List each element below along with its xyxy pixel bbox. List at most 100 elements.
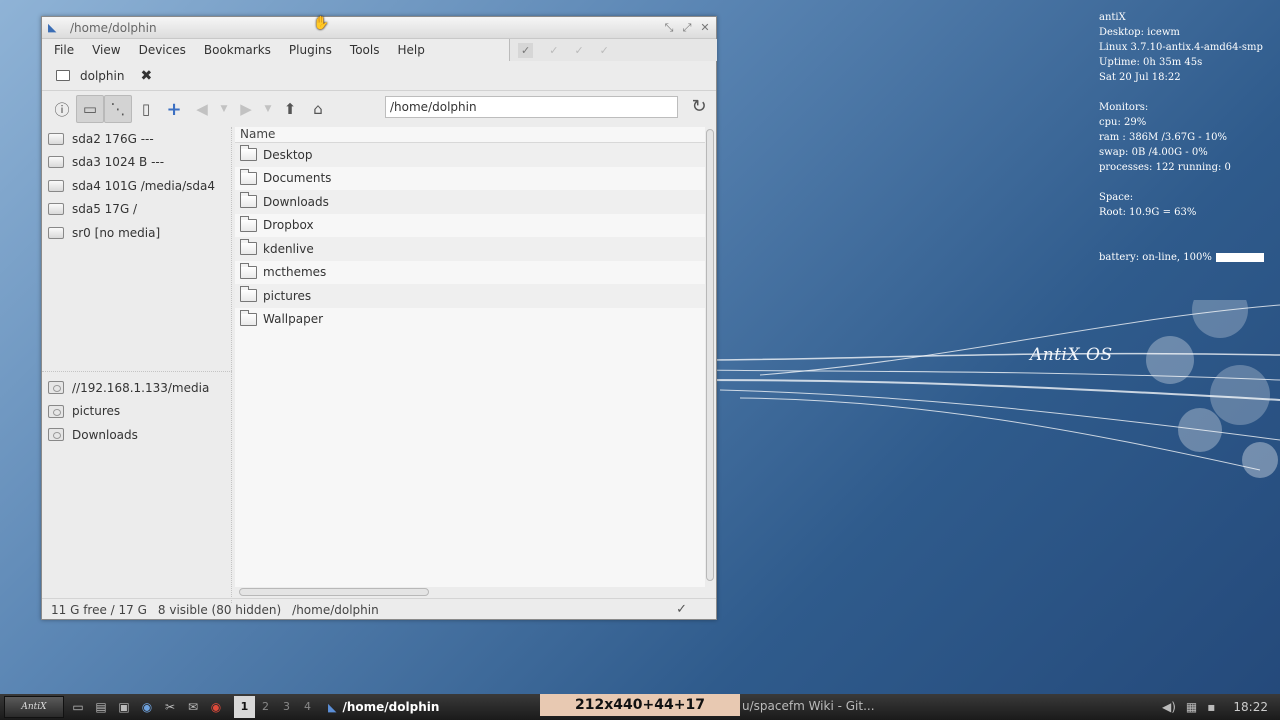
menu-bookmarks[interactable]: Bookmarks — [195, 43, 280, 57]
network-icon[interactable]: ▦ — [1186, 700, 1197, 714]
window-titlebar[interactable]: ◣ /home/dolphin ⤡ ⤢ ✕ — [42, 17, 716, 39]
drive-icon — [48, 156, 64, 169]
back-history-chevron-icon[interactable]: ▼ — [216, 95, 232, 123]
workspace-button[interactable]: 3 — [276, 696, 297, 718]
task-button-home-dolphin[interactable]: ◣ /home/dolphin — [322, 696, 445, 718]
tray-app-icon[interactable]: ▪ — [1207, 700, 1215, 714]
show-desktop-icon[interactable]: ▭ — [68, 697, 88, 717]
close-icon[interactable]: ✕ — [698, 21, 712, 35]
bookmark-item[interactable]: pictures — [42, 400, 232, 424]
folder-icon — [240, 215, 257, 232]
browser-icon[interactable]: ◉ — [137, 697, 157, 717]
folder-icon — [240, 192, 257, 209]
folder-icon — [240, 239, 257, 256]
status-visible-count: 8 visible (80 hidden) — [157, 602, 282, 617]
menu-tools[interactable]: Tools — [341, 43, 389, 57]
device-item[interactable]: sda3 1024 B --- — [42, 151, 232, 175]
mail-icon[interactable]: ✉ — [183, 697, 203, 717]
file-name: Desktop — [263, 147, 313, 162]
volume-icon[interactable]: ◀) — [1162, 700, 1176, 714]
new-tab-icon[interactable]: + — [160, 95, 188, 123]
menu-plugins[interactable]: Plugins — [280, 43, 341, 57]
up-arrow-icon[interactable]: ⬆ — [276, 95, 304, 123]
status-bar: 11 G free / 17 G 8 visible (80 hidden) /… — [42, 598, 716, 620]
terminal-icon[interactable]: ▣ — [114, 697, 134, 717]
settings-icon[interactable]: ✂ — [160, 697, 180, 717]
tab-dolphin[interactable]: dolphin ✖ — [50, 64, 158, 88]
toolbar: ⓘ ▭ ⋱ ▯ + ◀ ▼ ▶ ▼ ⬆ ⌂ ↻ — [42, 91, 716, 127]
device-label: sda5 17G / — [72, 202, 138, 217]
panel-toggle-4-check-icon[interactable]: ✓ — [600, 44, 609, 57]
file-row[interactable]: Downloads — [235, 190, 705, 214]
file-row[interactable]: Desktop — [235, 143, 705, 167]
side-divider[interactable] — [42, 371, 232, 372]
window-controls: ⤡ ⤢ ✕ — [662, 21, 712, 35]
home-icon[interactable]: ⌂ — [304, 95, 332, 123]
workspace-button[interactable]: 4 — [297, 696, 318, 718]
panel-toggle-3-check-icon[interactable]: ✓ — [574, 44, 583, 57]
quick-launch: ▭ ▤ ▣ ◉ ✂ ✉ ◉ — [68, 697, 226, 717]
panel-toggle-strip: ✓ ✓ ✓ ✓ — [509, 39, 717, 61]
file-row[interactable]: mcthemes — [235, 261, 705, 285]
bookmark-item[interactable]: //192.168.1.133/media — [42, 376, 232, 400]
scroll-thumb[interactable] — [706, 129, 714, 581]
bookmark-item[interactable]: Downloads — [42, 423, 232, 447]
menu-devices[interactable]: Devices — [130, 43, 195, 57]
menu-view[interactable]: View — [83, 43, 129, 57]
panel-toggle-2-check-icon[interactable]: ✓ — [549, 44, 558, 57]
drive-icon — [48, 132, 64, 145]
device-item[interactable]: sda2 176G --- — [42, 127, 232, 151]
minimize-icon[interactable]: ⤡ — [662, 21, 676, 35]
menu-help[interactable]: Help — [388, 43, 433, 57]
file-row[interactable]: Documents — [235, 167, 705, 191]
task-button-browser[interactable]: u/spacefm Wiki - Git... — [742, 694, 875, 720]
bookmark-folder-icon — [48, 428, 64, 442]
start-button[interactable]: AntiX — [4, 696, 64, 718]
conky-monitor: antiX Desktop: icewm Linux 3.7.10-antix.… — [1099, 10, 1274, 265]
scroll-thumb[interactable] — [239, 588, 429, 596]
back-arrow-icon[interactable]: ◀ — [188, 95, 216, 123]
workspace-button[interactable]: 1 — [234, 696, 255, 718]
column-header-name[interactable]: Name — [235, 127, 705, 143]
device-item[interactable]: sr0 [no media] — [42, 221, 232, 245]
file-manager-window: ◣ /home/dolphin ⤡ ⤢ ✕ File View Devices … — [41, 16, 717, 620]
device-item[interactable]: sda5 17G / — [42, 198, 232, 222]
conky-line: Sat 20 Jul 18:22 — [1099, 72, 1181, 83]
conky-space-title: Space: — [1099, 192, 1134, 203]
vertical-scrollbar[interactable] — [705, 127, 715, 587]
file-row[interactable]: pictures — [235, 284, 705, 308]
conky-battery: battery: on-line, 100% — [1099, 252, 1212, 263]
device-item[interactable]: sda4 101G /media/sda4 — [42, 174, 232, 198]
path-input[interactable] — [385, 96, 678, 118]
drive-toggle-icon[interactable]: ▭ — [76, 95, 104, 123]
media-player-icon[interactable]: ◉ — [206, 697, 226, 717]
folder-icon — [56, 70, 70, 81]
file-row[interactable]: Wallpaper — [235, 308, 705, 332]
file-name: mcthemes — [263, 265, 327, 280]
close-tab-icon[interactable]: ✖ — [140, 68, 152, 84]
conky-swap: swap: 0B /4.00G - 0% — [1099, 147, 1208, 158]
clock[interactable]: 18:22 — [1233, 700, 1268, 714]
file-manager-icon[interactable]: ▤ — [91, 697, 111, 717]
horizontal-scrollbar[interactable] — [235, 587, 705, 597]
file-name: Dropbox — [263, 218, 314, 233]
panel-toggle-1-check-icon[interactable]: ✓ — [518, 42, 534, 58]
file-row[interactable]: kdenlive — [235, 237, 705, 261]
mouse-cursor-icon: ✋ — [313, 16, 330, 31]
folder-icon — [240, 168, 257, 185]
file-row[interactable]: Dropbox — [235, 214, 705, 238]
forward-arrow-icon[interactable]: ▶ — [232, 95, 260, 123]
workspace-button[interactable]: 2 — [255, 696, 276, 718]
main-content: sda2 176G --- sda3 1024 B --- sda4 101G … — [42, 127, 716, 603]
maximize-icon[interactable]: ⤢ — [680, 21, 694, 35]
forward-history-chevron-icon[interactable]: ▼ — [260, 95, 276, 123]
new-folder-icon[interactable]: ▯ — [132, 95, 160, 123]
device-label: sda2 176G --- — [72, 131, 154, 146]
refresh-icon[interactable]: ↻ — [687, 95, 711, 119]
task-label: /home/dolphin — [342, 700, 440, 714]
status-check-icon[interactable]: ✓ — [676, 602, 687, 617]
menu-file[interactable]: File — [42, 43, 83, 57]
tree-toggle-icon[interactable]: ⋱ — [104, 95, 132, 123]
info-icon[interactable]: ⓘ — [48, 95, 76, 123]
folder-icon — [240, 309, 257, 326]
